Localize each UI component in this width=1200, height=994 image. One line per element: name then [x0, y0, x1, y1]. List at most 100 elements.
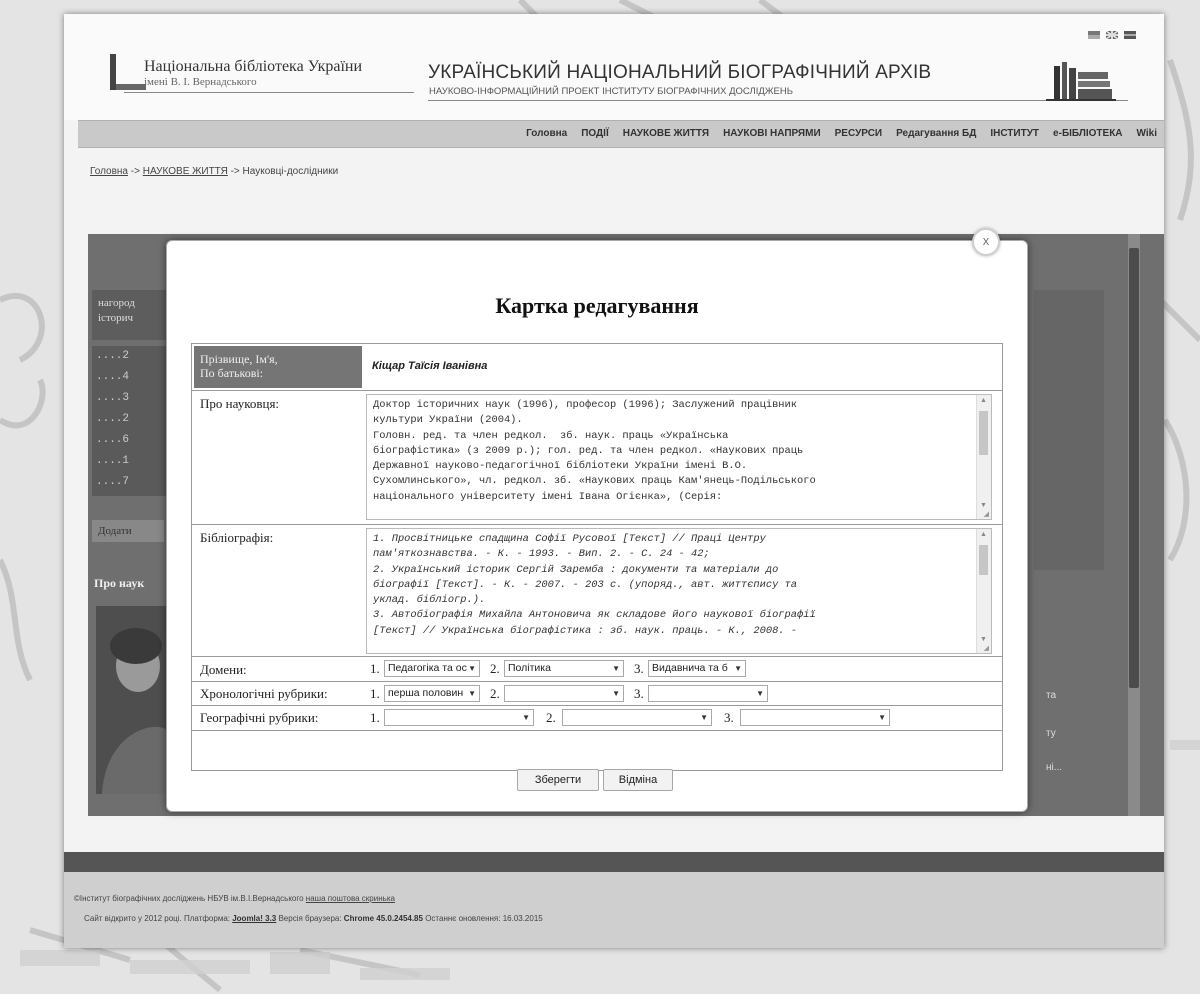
language-flag-icon[interactable]	[1124, 26, 1136, 39]
platform-link[interactable]: Joomla! 3.3	[232, 914, 276, 923]
breadcrumb: Головна -> НАУКОВЕ ЖИТТЯ -> Науковці-дос…	[90, 166, 338, 177]
bibliography-textarea[interactable]: 1. Просвітницьке спадщина Софії Русової …	[366, 528, 992, 654]
footer-copyright-text: ©Інститут біографічних досліджень НБУВ і…	[74, 894, 306, 903]
textarea-scrollbar[interactable]: ▲ ▼	[976, 395, 991, 519]
dropdown-arrow-icon: ▼	[468, 689, 476, 698]
dropdown-arrow-icon: ▼	[522, 713, 530, 722]
nav-item-home[interactable]: Головна	[519, 121, 574, 147]
save-button[interactable]: Зберегти	[517, 769, 599, 791]
main-nav: Головна ПОДІЇ НАУКОВЕ ЖИТТЯ НАУКОВІ НАПР…	[78, 120, 1164, 148]
name-label: Прізвище, Ім'я, По батькові:	[194, 346, 362, 388]
nav-item-science-life[interactable]: НАУКОВЕ ЖИТТЯ	[616, 121, 716, 147]
domain-select-2[interactable]: Політика ▼	[504, 660, 624, 677]
footer-text: Останнє оновлення: 16.03.2015	[422, 914, 543, 923]
nav-item-wiki[interactable]: Wiki	[1130, 121, 1164, 147]
nav-item-elibrary[interactable]: e-БІБЛІОТЕКА	[1046, 121, 1129, 147]
list-item: ....4	[96, 371, 130, 383]
chronology-select-1[interactable]: перша половин ▼	[384, 685, 480, 702]
footer-copyright: ©Інститут біографічних досліджень НБУВ і…	[74, 894, 395, 903]
domain-select-1[interactable]: Педагогіка та ос ▼	[384, 660, 480, 677]
about-text: Доктор історичних наук (1996), професор …	[373, 399, 816, 503]
dropdown-arrow-icon: ▼	[468, 664, 476, 673]
select-number: 2.	[490, 686, 500, 701]
background-panel-text: нагород історич	[98, 297, 135, 324]
browser-version: Chrome 45.0.2454.85	[343, 914, 423, 923]
select-number: 1.	[370, 710, 380, 725]
background-text: ту	[1046, 728, 1056, 739]
nav-item-science-directions[interactable]: НАУКОВІ НАПРЯМИ	[716, 121, 828, 147]
textarea-scrollbar[interactable]: ▲ ▼	[976, 529, 991, 653]
library-name[interactable]: Національна бібліотека України	[144, 58, 362, 76]
chronology-label: Хронологічні рубрики:	[200, 686, 328, 701]
portrait-photo	[96, 606, 172, 794]
divider	[124, 92, 414, 93]
footer-band	[64, 852, 1164, 872]
geography-select-2[interactable]: ▼	[562, 709, 712, 726]
breadcrumb-current: Науковці-дослідники	[242, 166, 339, 177]
nav-item-events[interactable]: ПОДІЇ	[574, 121, 616, 147]
breadcrumb-home-link[interactable]: Головна	[90, 166, 128, 177]
row-divider	[192, 524, 1002, 525]
footer: ©Інститут біографічних досліджень НБУВ і…	[64, 872, 1164, 948]
nav-item-institute[interactable]: ІНСТИТУТ	[983, 121, 1046, 147]
breadcrumb-section-link[interactable]: НАУКОВЕ ЖИТТЯ	[143, 166, 228, 177]
list-item: ....7	[96, 476, 130, 488]
chronology-select-2[interactable]: ▼	[504, 685, 624, 702]
divider	[428, 100, 1128, 101]
nav-item-db-editing[interactable]: Редагування БД	[889, 121, 983, 147]
scroll-up-icon[interactable]: ▲	[980, 530, 987, 538]
books-icon	[1046, 62, 1116, 101]
select-value: Політика	[508, 662, 551, 674]
background-text: ні...	[1046, 762, 1063, 773]
select-value: Педагогіка та ос	[388, 662, 467, 674]
mailbox-link[interactable]: наша поштова скринька	[306, 894, 395, 903]
dropdown-arrow-icon: ▼	[756, 689, 764, 698]
dropdown-arrow-icon: ▼	[700, 713, 708, 722]
edit-card-modal: Картка редагування Прізвище, Ім'я, По ба…	[166, 240, 1028, 812]
resize-handle-icon[interactable]: ◢	[984, 510, 989, 518]
english-flag-icon[interactable]	[1105, 26, 1119, 40]
bibliography-text: 1. Просвітницьке спадщина Софії Русової …	[373, 533, 816, 637]
bibliography-label: Бібліографія:	[200, 530, 274, 545]
close-icon[interactable]: x	[972, 228, 1000, 256]
add-button: Додати	[92, 520, 164, 542]
geography-select-1[interactable]: ▼	[384, 709, 534, 726]
dropdown-arrow-icon: ▼	[734, 664, 742, 673]
list-item: ....3	[96, 392, 130, 404]
name-row: Прізвище, Ім'я, По батькові: Кіщар Таїсі…	[192, 344, 1002, 390]
scroll-up-icon[interactable]: ▲	[980, 396, 987, 404]
select-number: 3.	[634, 686, 644, 701]
footer-text: Версія браузера:	[276, 914, 344, 923]
row-divider	[192, 705, 1002, 706]
breadcrumb-separator: ->	[128, 166, 143, 177]
language-flag-icon[interactable]	[1088, 26, 1100, 39]
domains-label: Домени:	[200, 662, 247, 677]
library-logo-icon[interactable]	[110, 54, 146, 90]
name-value[interactable]: Кіщар Таїсія Іванівна	[372, 360, 487, 372]
background-list: ....2 ....4 ....3 ....2 ....6 ....1 ....…	[92, 346, 168, 496]
select-number: 3.	[634, 661, 644, 676]
select-value: перша половин	[388, 687, 464, 699]
resize-handle-icon[interactable]: ◢	[984, 644, 989, 652]
list-item: ....2	[96, 350, 130, 362]
about-heading: Про наук	[94, 576, 145, 590]
scroll-down-icon[interactable]: ▼	[980, 501, 987, 509]
geography-select-3[interactable]: ▼	[740, 709, 890, 726]
edit-form: Прізвище, Ім'я, По батькові: Кіщар Таїсі…	[191, 343, 1003, 771]
chronology-select-3[interactable]: ▼	[648, 685, 768, 702]
select-number: 2.	[546, 710, 556, 725]
about-label: Про науковця:	[200, 396, 280, 411]
footer-info: Сайт відкрито у 2012 році. Платформа: Jo…	[84, 914, 543, 923]
select-number: 3.	[724, 710, 734, 725]
list-item: ....1	[96, 455, 130, 467]
domain-select-3[interactable]: Видавнича та б ▼	[648, 660, 746, 677]
archive-title[interactable]: УКРАЇНСЬКИЙ НАЦІОНАЛЬНИЙ БІОГРАФІЧНИЙ АР…	[428, 62, 931, 84]
page-scrollbar[interactable]	[1128, 234, 1140, 816]
cancel-button[interactable]: Відміна	[603, 769, 673, 791]
nav-item-resources[interactable]: РЕСУРСИ	[828, 121, 889, 147]
scroll-down-icon[interactable]: ▼	[980, 635, 987, 643]
select-number: 1.	[370, 686, 380, 701]
dropdown-arrow-icon: ▼	[612, 689, 620, 698]
about-textarea[interactable]: Доктор історичних наук (1996), професор …	[366, 394, 992, 520]
library-subtitle: імені В. І. Вернадського	[144, 76, 257, 88]
